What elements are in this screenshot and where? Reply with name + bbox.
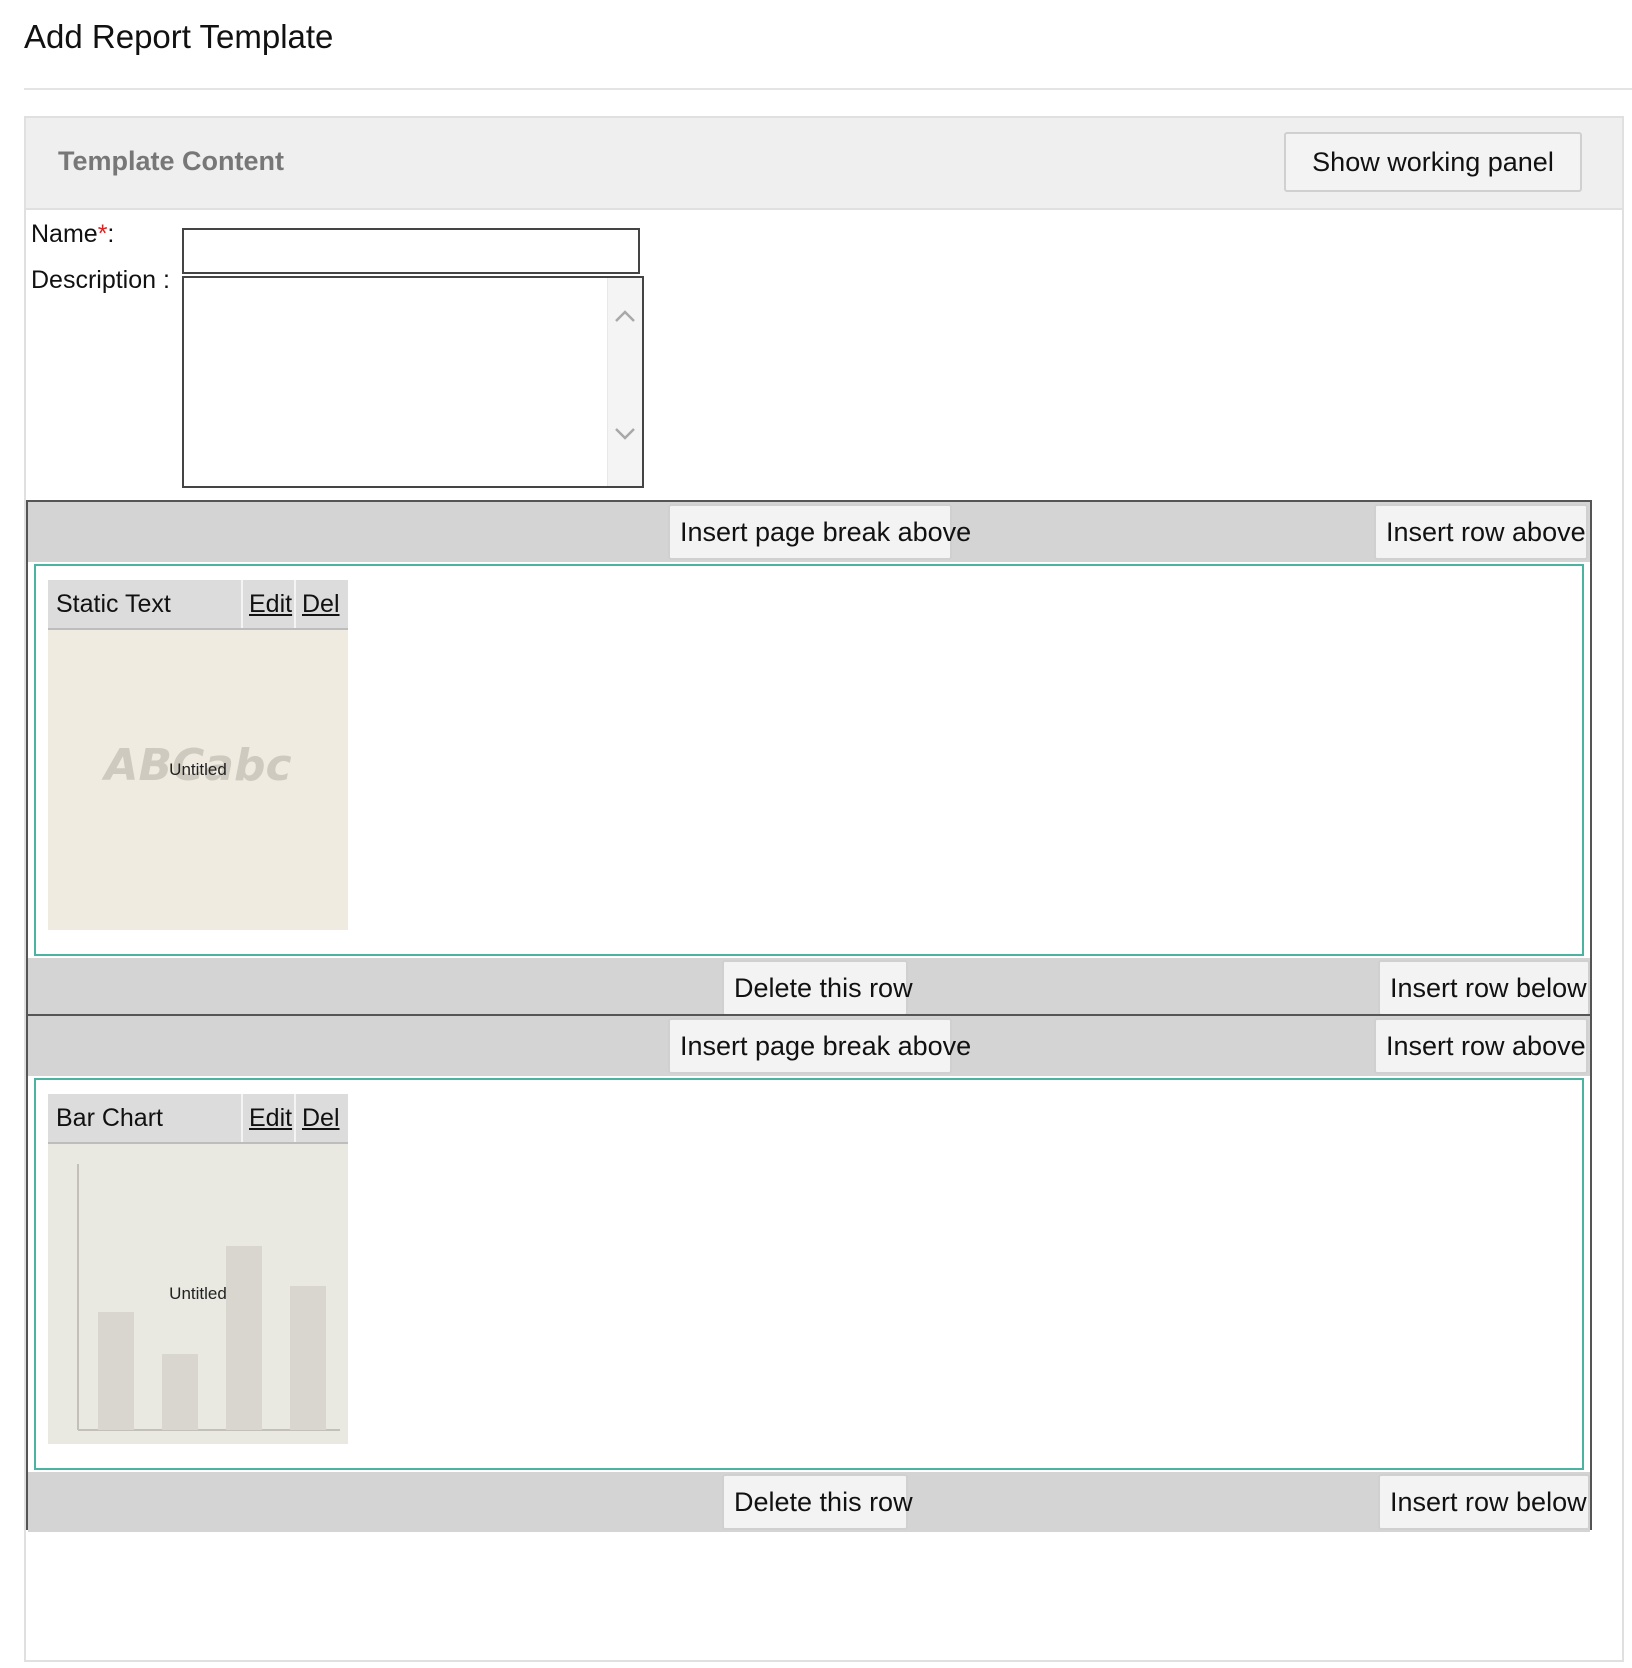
name-label-text: Name bbox=[31, 220, 98, 248]
widget-separator bbox=[241, 1094, 243, 1142]
widget-header: Static Text Edit Del bbox=[48, 580, 348, 630]
name-label-suffix: : bbox=[107, 220, 115, 248]
widget-del-link[interactable]: Del bbox=[302, 590, 340, 619]
delete-row-button[interactable]: Delete this row bbox=[722, 960, 913, 1016]
row-top-bar: Insert page break above Insert row above bbox=[28, 1016, 1590, 1076]
widget-separator bbox=[294, 1094, 296, 1142]
row-content-area: Bar Chart Edit Del Untitled bbox=[34, 1078, 1584, 1470]
widget-title: Bar Chart bbox=[56, 1104, 163, 1132]
insert-page-break-above-button[interactable]: Insert page break above bbox=[668, 504, 971, 560]
static-text-icon: ABCabc Untitled bbox=[48, 630, 348, 930]
static-text-widget: Static Text Edit Del ABCabc Untitled bbox=[48, 580, 348, 930]
bar-chart-widget: Bar Chart Edit Del Untitled bbox=[48, 1094, 348, 1444]
description-label: Description : bbox=[31, 266, 170, 294]
insert-row-above-button[interactable]: Insert row above bbox=[1374, 1018, 1588, 1074]
row-bottom-bar: Delete this row Insert row below bbox=[28, 1472, 1590, 1532]
panel-title: Template Content bbox=[58, 146, 285, 176]
scroll-down-icon[interactable] bbox=[614, 422, 636, 444]
insert-row-below-button[interactable]: Insert row below bbox=[1378, 960, 1590, 1016]
name-label: Name*: bbox=[31, 220, 114, 249]
widget-title: Static Text bbox=[56, 590, 171, 618]
bar-chart-icon: Untitled bbox=[48, 1144, 348, 1444]
widget-separator bbox=[241, 580, 243, 628]
title-divider bbox=[24, 88, 1632, 90]
scroll-up-icon[interactable] bbox=[614, 306, 636, 328]
insert-row-below-button[interactable]: Insert row below bbox=[1378, 1474, 1590, 1530]
widget-caption: Untitled bbox=[169, 760, 227, 779]
delete-row-button[interactable]: Delete this row bbox=[722, 1474, 913, 1530]
widget-del-link[interactable]: Del bbox=[302, 1104, 340, 1133]
row-bottom-bar: Delete this row Insert row below bbox=[28, 958, 1590, 1018]
insert-row-above-button[interactable]: Insert row above bbox=[1374, 504, 1588, 560]
row-content-area: Static Text Edit Del ABCabc Untitled bbox=[34, 564, 1584, 956]
template-row: Insert page break above Insert row above… bbox=[26, 1014, 1592, 1532]
description-textarea[interactable] bbox=[182, 276, 644, 488]
description-scrollbar[interactable] bbox=[607, 278, 642, 486]
widget-edit-link[interactable]: Edit bbox=[249, 1104, 292, 1133]
insert-page-break-above-button[interactable]: Insert page break above bbox=[668, 1018, 971, 1074]
widget-separator bbox=[294, 580, 296, 628]
widget-edit-link[interactable]: Edit bbox=[249, 590, 292, 619]
template-row: Insert page break above Insert row above… bbox=[26, 500, 1592, 1018]
panel-header: Template Content Show working panel bbox=[26, 118, 1622, 210]
widget-caption: Untitled bbox=[169, 1284, 227, 1303]
page-title: Add Report Template bbox=[24, 18, 334, 55]
row-top-bar: Insert page break above Insert row above bbox=[28, 502, 1590, 562]
name-input[interactable] bbox=[182, 228, 640, 274]
widget-header: Bar Chart Edit Del bbox=[48, 1094, 348, 1144]
required-mark: * bbox=[97, 220, 108, 248]
show-working-panel-button[interactable]: Show working panel bbox=[1284, 132, 1582, 192]
